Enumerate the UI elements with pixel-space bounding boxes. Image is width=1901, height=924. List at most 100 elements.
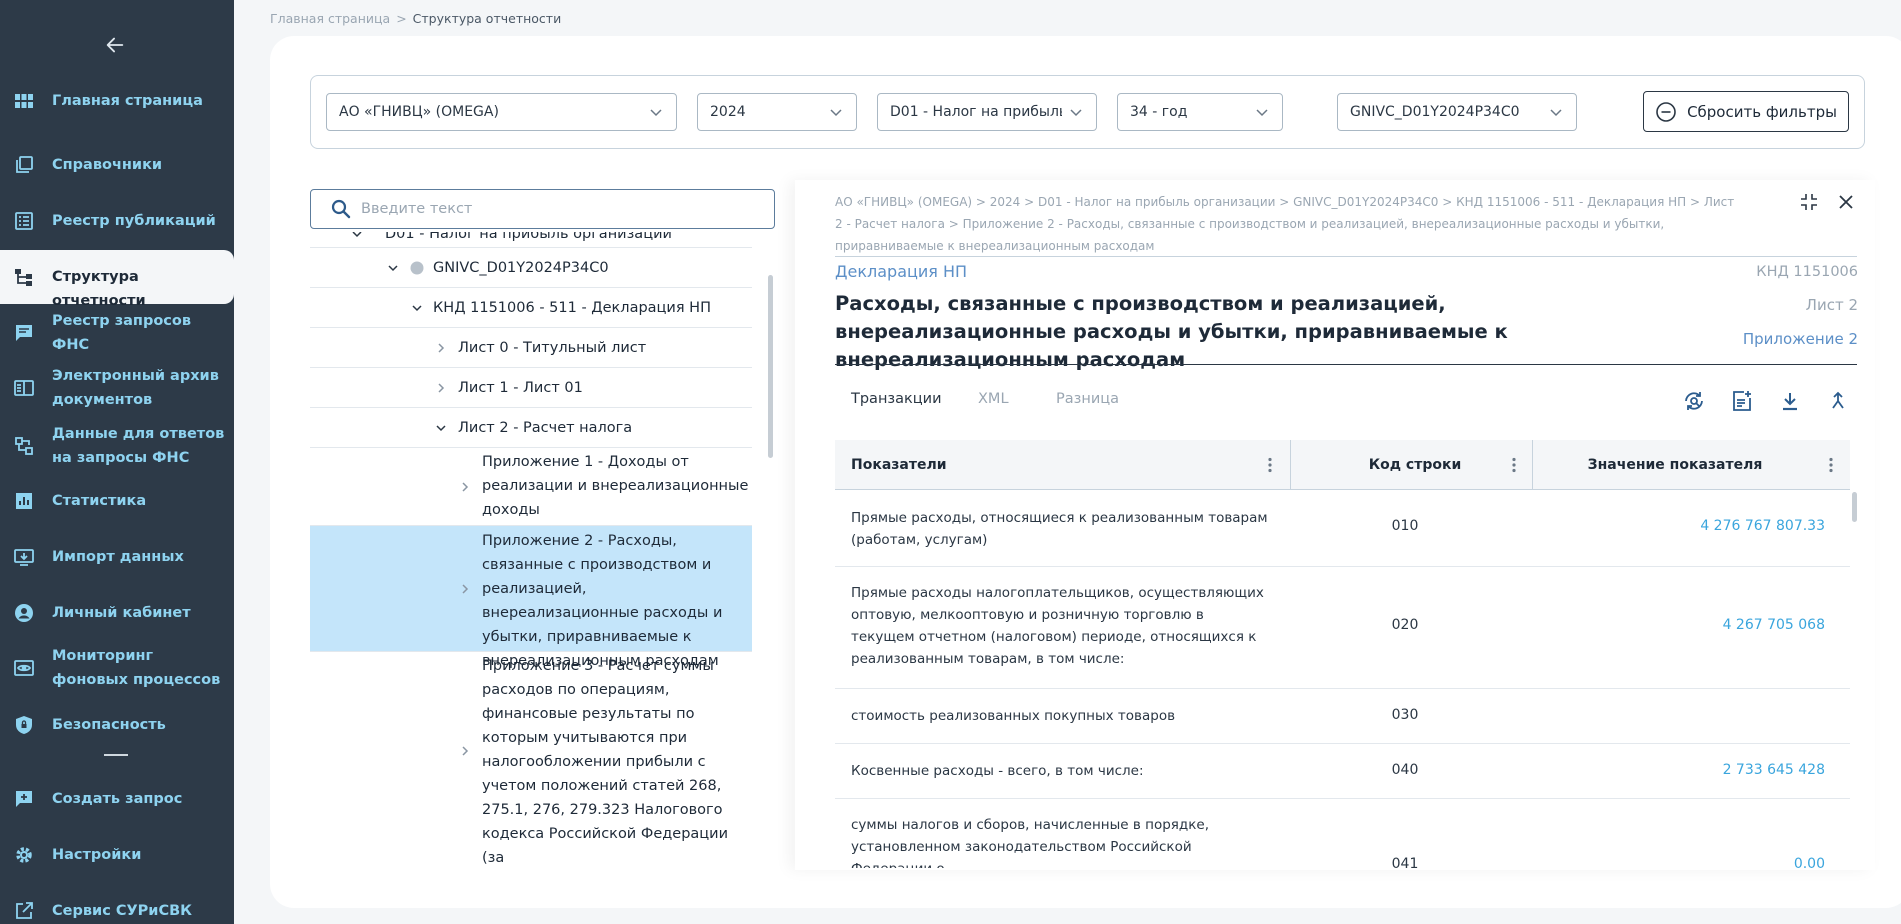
year-select[interactable]: 2024 [697, 93, 857, 131]
sidebar: Главная страница Справочники Реестр публ… [0, 0, 234, 924]
table-row: стоимость реализованных покупных товаров… [835, 689, 1850, 744]
chevron-right-icon [438, 343, 445, 353]
grid-icon [12, 89, 36, 113]
refresh-button[interactable] [1681, 388, 1707, 414]
reset-filters-button[interactable]: Сбросить фильтры [1643, 91, 1849, 132]
sidebar-item-references[interactable]: Справочники [0, 152, 234, 178]
table-row: суммы налогов и сборов, начисленные в по… [835, 799, 1850, 868]
table-scrollbar[interactable] [1852, 492, 1857, 522]
tree-node-appendix-2[interactable]: Приложение 2 - Расходы, связанные с прои… [310, 526, 752, 669]
external-link-icon [12, 899, 36, 923]
organization-select[interactable]: АО «ГНИВЦ» (OMEGA) [326, 93, 677, 131]
kebab-menu-icon[interactable] [1822, 456, 1840, 474]
column-separator[interactable] [1532, 440, 1533, 490]
tree-node-appendix-3[interactable]: Приложение 3 - Расчет суммы расходов по … [310, 652, 752, 866]
sidebar-item-label: Мониторинг фоновых процессов [52, 648, 221, 688]
tree-node-sheet-0[interactable]: Лист 0 - Титульный лист [310, 328, 752, 368]
sidebar-item-statistics[interactable]: Статистика [0, 488, 234, 514]
tree-scrollbar[interactable] [768, 275, 773, 458]
import-icon [12, 545, 36, 569]
form-name: Декларация НП [835, 262, 968, 281]
search-icon [331, 199, 351, 219]
table-row: Прямые расходы, относящиеся к реализован… [835, 491, 1850, 567]
tree-node-report[interactable]: GNIVC_D01Y2024P34C0 [310, 248, 752, 288]
tab-xml[interactable]: XML [978, 391, 1009, 407]
status-dot-icon [410, 261, 424, 275]
indicator-value-link[interactable]: 4 267 705 068 [1723, 617, 1825, 633]
user-icon [12, 601, 36, 625]
chevron-down-icon [1256, 109, 1268, 117]
close-button[interactable] [1834, 190, 1858, 214]
tree-node-declaration[interactable]: КНД 1151006 - 511 - Декларация НП [310, 288, 752, 328]
close-icon [1839, 195, 1853, 209]
chevron-down-icon [412, 305, 422, 312]
sidebar-item-publications[interactable]: Реестр публикаций [0, 208, 234, 234]
tree-node-sheet-2[interactable]: Лист 2 - Расчет налога [310, 408, 752, 448]
tree-node-sheet-1[interactable]: Лист 1 - Лист 01 [310, 368, 752, 408]
search-box [310, 189, 775, 229]
list-icon [12, 209, 36, 233]
tab-difference[interactable]: Разница [1056, 391, 1119, 407]
add-document-button[interactable] [1729, 388, 1755, 414]
tree-node-appendix-1[interactable]: Приложение 1 - Доходы от реализации и вн… [310, 448, 752, 526]
sidebar-item-label: Статистика [52, 493, 147, 509]
period-select[interactable]: 34 - год [1117, 93, 1283, 131]
breadcrumb-home[interactable]: Главная страница [270, 11, 390, 26]
chevron-down-icon [1550, 109, 1562, 117]
eye-icon [12, 656, 36, 680]
kebab-menu-icon[interactable] [1261, 456, 1279, 474]
sidebar-item-settings[interactable]: Настройки [0, 842, 234, 868]
sidebar-item-service[interactable]: Сервис СУРиСВК [0, 898, 234, 924]
sidebar-item-reporting-structure[interactable]: Структура отчетности [0, 250, 234, 309]
column-header-indicators[interactable]: Показатели [851, 440, 947, 490]
search-input[interactable] [361, 201, 761, 217]
indicator-value-link[interactable]: 2 733 645 428 [1723, 762, 1825, 778]
sidebar-item-monitoring[interactable]: Мониторинг фоновых процессов [0, 644, 234, 692]
knd-code: КНД 1151006 [1756, 264, 1858, 280]
chevron-right-icon [438, 383, 445, 393]
download-icon [1783, 393, 1797, 411]
chevron-right-icon [462, 482, 469, 492]
chevron-down-icon [388, 265, 398, 272]
back-button[interactable] [100, 30, 130, 60]
form-select[interactable]: D01 - Налог на прибыль... [877, 93, 1097, 131]
chat-icon [12, 321, 36, 345]
sidebar-item-label: Безопасность [52, 717, 166, 733]
tab-transactions[interactable]: Транзакции [851, 391, 942, 407]
sidebar-item-label: Создать запрос [52, 791, 183, 807]
code-select[interactable]: GNIVC_D01Y2024P34C0 [1337, 93, 1577, 131]
download-button[interactable] [1777, 388, 1803, 414]
sidebar-item-account[interactable]: Личный кабинет [0, 600, 234, 626]
sidebar-item-answer-data[interactable]: Данные для ответов на запросы ФНС [0, 422, 234, 470]
data-icon [12, 434, 36, 458]
structure-tree: D01 - Налог на прибыль организации GNIVC… [310, 232, 752, 868]
divider [835, 364, 1857, 365]
add-document-icon [1733, 391, 1751, 411]
table-row: Косвенные расходы - всего, в том числе: … [835, 744, 1850, 799]
collapse-button[interactable] [1797, 190, 1821, 214]
merge-icon [1832, 391, 1844, 409]
table-header: Показатели Код строки Значение показател… [835, 440, 1850, 490]
hierarchy-icon [12, 265, 36, 289]
sidebar-item-archive[interactable]: Электронный архив документов [0, 364, 234, 412]
sidebar-item-create-request[interactable]: Создать запрос [0, 786, 234, 812]
chevron-down-icon [352, 232, 362, 238]
indicator-value-link[interactable]: 4 276 767 807.33 [1700, 518, 1825, 534]
tree-node-form[interactable]: D01 - Налог на прибыль организации [310, 232, 752, 248]
column-header-line-code[interactable]: Код строки [1355, 440, 1475, 490]
refresh-search-icon [1685, 392, 1703, 410]
breadcrumb: Главная страница > Структура отчетности [270, 11, 562, 26]
column-header-value[interactable]: Значение показателя [1575, 440, 1775, 490]
sidebar-item-label: Настройки [52, 847, 142, 863]
sidebar-item-security[interactable]: Безопасность [0, 712, 234, 738]
sheet-number: Лист 2 [1805, 296, 1858, 314]
sidebar-item-home[interactable]: Главная страница [0, 88, 234, 114]
sidebar-item-import[interactable]: Импорт данных [0, 544, 234, 570]
kebab-menu-icon[interactable] [1505, 456, 1523, 474]
merge-button[interactable] [1825, 388, 1851, 414]
indicator-value-link[interactable]: 0.00 [1794, 856, 1825, 868]
sidebar-item-label: Личный кабинет [52, 605, 191, 621]
sidebar-item-label: Сервис СУРиСВК [52, 903, 192, 919]
column-separator[interactable] [1290, 440, 1291, 490]
sidebar-item-fns-requests[interactable]: Реестр запросов ФНС [0, 313, 234, 353]
